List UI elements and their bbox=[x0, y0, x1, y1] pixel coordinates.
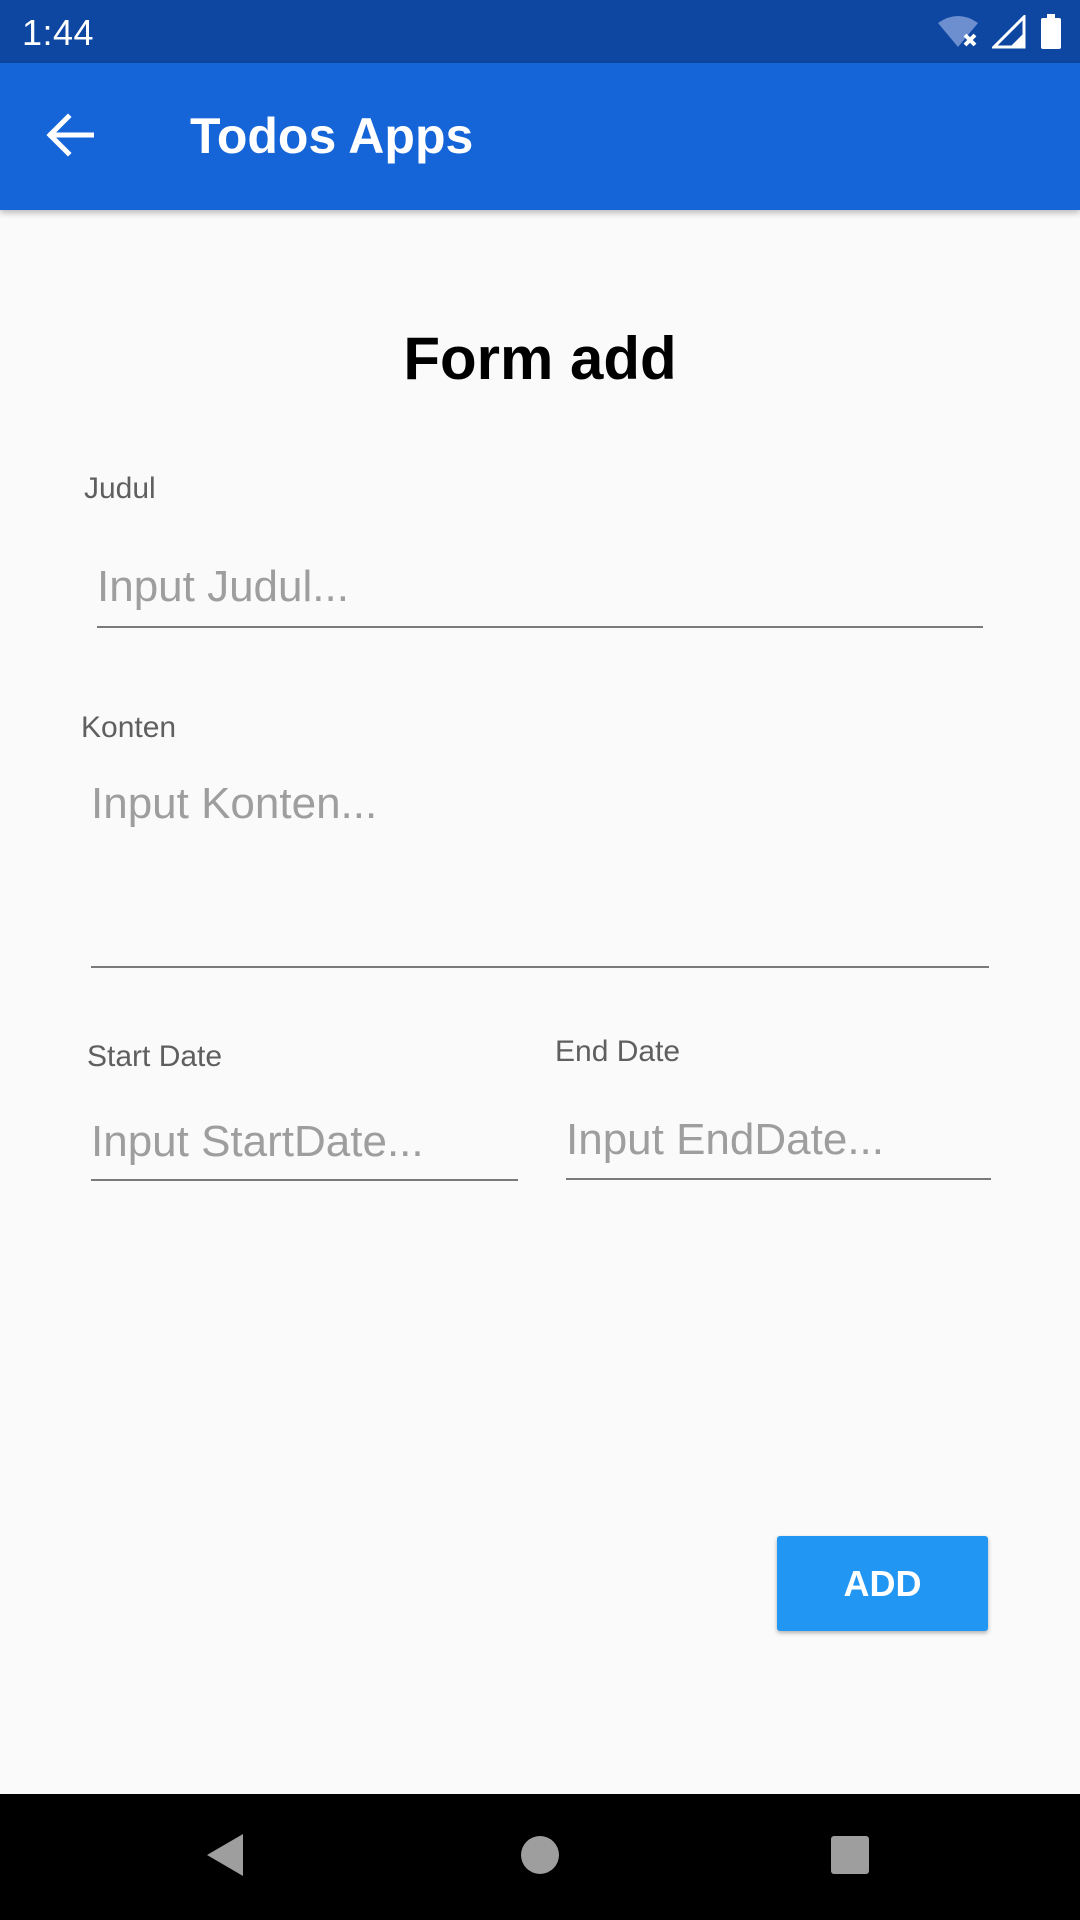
konten-label: Konten bbox=[81, 711, 177, 744]
konten-input[interactable] bbox=[91, 776, 989, 968]
app-bar: Todos Apps bbox=[0, 63, 1080, 210]
end-date-input[interactable] bbox=[566, 1102, 991, 1180]
battery-icon bbox=[1040, 14, 1062, 55]
app-title: Todos Apps bbox=[190, 108, 474, 164]
nav-back-button[interactable] bbox=[192, 1824, 258, 1890]
form-title: Form add bbox=[403, 325, 677, 392]
arrow-left-icon bbox=[46, 112, 95, 162]
start-date-input[interactable] bbox=[91, 1104, 518, 1181]
home-circle-icon bbox=[519, 1834, 561, 1881]
status-time: 1:44 bbox=[22, 12, 95, 53]
judul-input[interactable] bbox=[97, 548, 983, 628]
add-button[interactable]: ADD bbox=[777, 1536, 988, 1631]
status-bar: 1:44 bbox=[0, 0, 1080, 63]
status-icons bbox=[938, 13, 1062, 55]
recents-square-icon bbox=[829, 1834, 871, 1881]
end-date-label: End Date bbox=[555, 1035, 681, 1068]
back-triangle-icon bbox=[203, 1832, 247, 1883]
judul-label: Judul bbox=[84, 472, 156, 505]
signal-icon bbox=[990, 13, 1026, 54]
wifi-x-icon bbox=[938, 15, 978, 54]
navigation-bar bbox=[0, 1794, 1080, 1920]
nav-home-button[interactable] bbox=[507, 1824, 573, 1890]
start-date-label: Start Date bbox=[87, 1040, 223, 1073]
nav-recents-button[interactable] bbox=[817, 1824, 883, 1890]
back-button[interactable] bbox=[40, 107, 100, 167]
